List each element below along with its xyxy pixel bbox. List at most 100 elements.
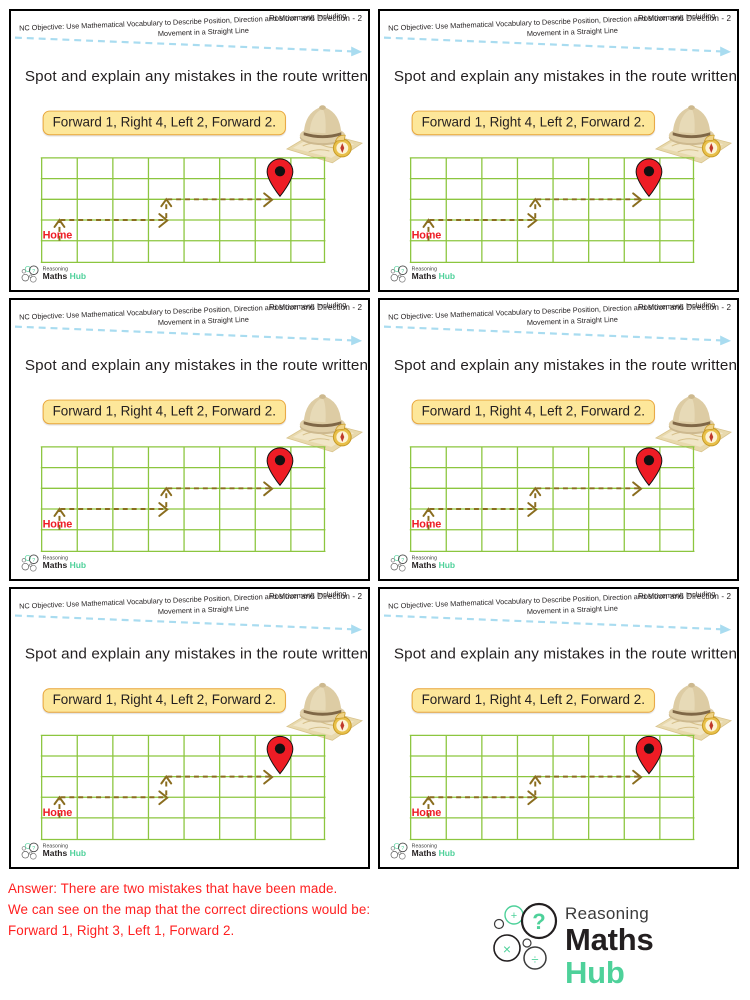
worksheet-panel[interactable]: Position and Direction - 2 NC Objective:… — [9, 587, 370, 869]
panel-slot: Position and Direction - 2 NC Objective:… — [375, 295, 744, 584]
panel-content: Position and Direction - 2 NC Objective:… — [380, 300, 737, 579]
map-pin-icon — [635, 447, 663, 487]
map-grid: Home — [40, 734, 326, 841]
map-grid: Home — [409, 446, 695, 553]
worksheet-panel[interactable]: Position and Direction - 2 NC Objective:… — [378, 9, 739, 292]
route-instruction-text: Forward 1, Right 4, Left 2, Forward 2. — [52, 692, 276, 707]
arrow-up-icon — [422, 507, 435, 517]
brand-logo: + ? × ÷ Reasoning Maths Hub — [487, 898, 697, 989]
brand-word-maths-hub: Maths Hub — [565, 923, 697, 989]
brand-word-maths-hub: Maths Hub — [412, 561, 455, 570]
map-grid-and-route — [409, 446, 695, 553]
panel-content: Position and Direction - 2 NC Objective:… — [11, 11, 368, 290]
header-arrow-icon — [383, 325, 732, 346]
panel-content: Position and Direction - 2 NC Objective:… — [380, 589, 737, 867]
panel-slot: Position and Direction - 2 NC Objective:… — [375, 584, 744, 872]
panel-brand-logo: ? Reasoning Maths Hub — [21, 842, 100, 862]
answer-block: Answer: There are two mistakes that have… — [8, 878, 428, 941]
map-pin-icon — [635, 158, 663, 198]
home-label: Home — [411, 518, 442, 531]
home-label: Home — [411, 807, 442, 819]
svg-text:?: ? — [32, 269, 35, 275]
header-arrow-icon — [383, 36, 732, 57]
svg-text:?: ? — [401, 558, 404, 564]
home-label: Home — [42, 229, 73, 242]
brand-word-maths: Maths — [42, 560, 68, 571]
home-label: Home — [411, 229, 442, 242]
brand-bubbles-icon: ? — [390, 265, 408, 283]
map-grid: Home — [409, 734, 695, 841]
worksheet-panel[interactable]: Position and Direction - 2 NC Objective:… — [378, 298, 739, 581]
worksheet-panel[interactable]: Position and Direction - 2 NC Objective:… — [378, 587, 739, 869]
map-pin-icon — [266, 735, 294, 775]
panel-content: Position and Direction - 2 NC Objective:… — [11, 589, 368, 867]
panel-slot: Position and Direction - 2 NC Objective:… — [6, 295, 375, 584]
route-instruction-text: Forward 1, Right 4, Left 2, Forward 2. — [421, 692, 645, 707]
brand-word-maths-hub: Maths Hub — [43, 272, 86, 281]
answer-line-2: We can see on the map that the correct d… — [8, 902, 371, 917]
svg-text:?: ? — [32, 558, 35, 564]
route-instruction-text: Forward 1, Right 4, Left 2, Forward 2. — [421, 403, 645, 419]
brand-word-hub: Hub — [438, 848, 456, 859]
brand-word-hub: Hub — [69, 271, 87, 282]
svg-text:?: ? — [401, 846, 404, 852]
route-instruction-banner: Forward 1, Right 4, Left 2, Forward 2. — [411, 688, 655, 713]
brand-bubbles-icon: ? — [21, 842, 39, 860]
route-instruction-banner: Forward 1, Right 4, Left 2, Forward 2. — [411, 110, 655, 136]
question-text: Spot and explain any mistakes in the rou… — [24, 645, 369, 663]
brand-word-maths: Maths — [42, 271, 68, 282]
route-instruction-banner: Forward 1, Right 4, Left 2, Forward 2. — [42, 688, 286, 713]
header-arrow-icon — [14, 614, 363, 635]
route-instruction-text: Forward 1, Right 4, Left 2, Forward 2. — [421, 114, 645, 130]
brand-bubbles-icon: ? — [390, 554, 408, 572]
brand-word-hub: Hub — [438, 560, 456, 571]
map-pin-icon — [266, 447, 294, 487]
question-text: Spot and explain any mistakes in the rou… — [393, 68, 738, 85]
arrow-up-icon — [422, 218, 435, 228]
brand-bubbles-icon: ? — [21, 265, 39, 283]
svg-text:×: × — [503, 941, 511, 957]
header-arrow-icon — [383, 614, 732, 635]
answer-line-3: Forward 1, Right 3, Left 1, Forward 2. — [8, 923, 235, 938]
panel-brand-logo: ? Reasoning Maths Hub — [21, 554, 100, 574]
brand-word-maths-hub: Maths Hub — [43, 849, 86, 858]
panel-slot: Position and Direction - 2 NC Objective:… — [375, 6, 744, 295]
panel-brand-logo: ? Reasoning Maths Hub — [390, 554, 469, 574]
route-instruction-banner: Forward 1, Right 4, Left 2, Forward 2. — [42, 110, 286, 136]
brand-word-reasoning: Reasoning — [565, 904, 649, 923]
map-grid-and-route — [409, 157, 695, 264]
svg-text:?: ? — [32, 846, 35, 852]
worksheet-panel[interactable]: Position and Direction - 2 NC Objective:… — [9, 298, 370, 581]
answer-line-1: Answer: There are two mistakes that have… — [8, 881, 338, 896]
question-text: Spot and explain any mistakes in the rou… — [393, 645, 738, 663]
map-grid: Home — [409, 157, 695, 264]
brand-word-maths: Maths — [411, 848, 437, 859]
map-grid-and-route — [40, 446, 326, 553]
worksheet-panel[interactable]: Position and Direction - 2 NC Objective:… — [9, 9, 370, 292]
panel-brand-logo: ? Reasoning Maths Hub — [21, 265, 100, 285]
brand-word-hub: Hub — [69, 560, 87, 571]
brand-word-maths: Maths — [42, 848, 68, 859]
brand-word-maths: Maths — [411, 271, 437, 282]
brand-word-maths: Maths — [565, 922, 654, 957]
panel-content: Position and Direction - 2 NC Objective:… — [11, 300, 368, 579]
question-text: Spot and explain any mistakes in the rou… — [24, 357, 369, 374]
map-grid: Home — [40, 157, 326, 264]
panel-content: Position and Direction - 2 NC Objective:… — [380, 11, 737, 290]
panel-brand-logo: ? Reasoning Maths Hub — [390, 842, 469, 862]
map-grid-and-route — [40, 734, 326, 841]
brand-word-hub: Hub — [69, 848, 87, 859]
svg-text:÷: ÷ — [531, 952, 538, 967]
route-instruction-text: Forward 1, Right 4, Left 2, Forward 2. — [52, 114, 276, 130]
svg-text:+: + — [511, 910, 517, 922]
arrow-up-icon — [53, 795, 66, 806]
arrow-up-icon — [53, 218, 66, 228]
brand-word-hub: Hub — [438, 271, 456, 282]
brand-bubbles-icon: + ? × ÷ — [493, 902, 558, 970]
svg-text:?: ? — [401, 269, 404, 275]
home-label: Home — [42, 807, 73, 819]
panel-slot: Position and Direction - 2 NC Objective:… — [6, 584, 375, 872]
route-instruction-text: Forward 1, Right 4, Left 2, Forward 2. — [52, 403, 276, 419]
brand-word-maths: Maths — [411, 560, 437, 571]
map-grid-and-route — [409, 734, 695, 841]
